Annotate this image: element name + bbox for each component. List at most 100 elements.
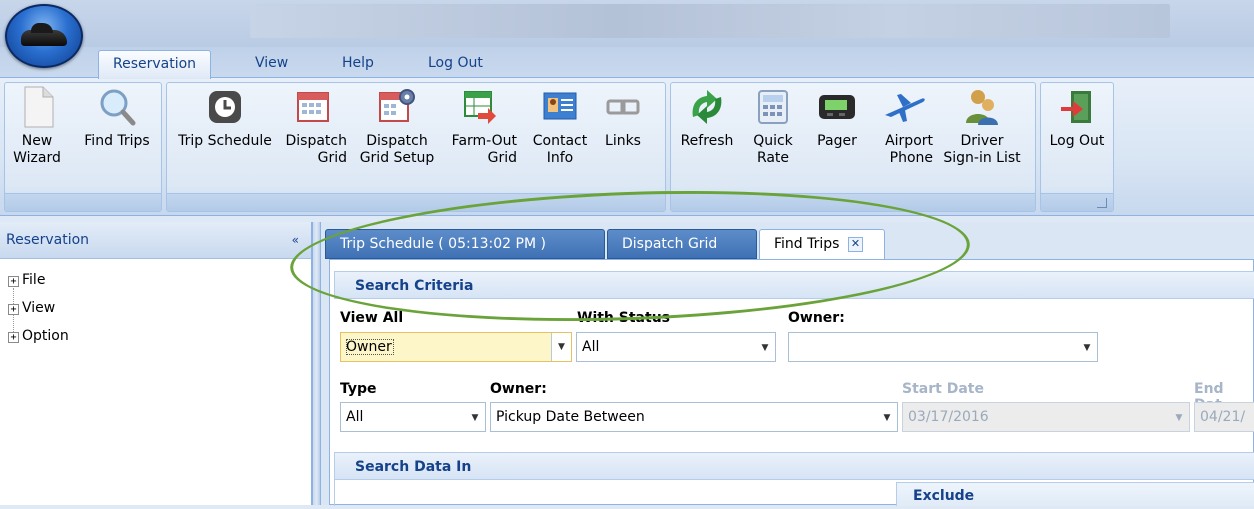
owner-date-label: Owner: [490, 381, 547, 397]
calendar-gear-icon [379, 89, 415, 127]
application-menu-button[interactable] [5, 4, 83, 68]
ribbon-tab-strip: Reservation View Help Log Out [0, 47, 1254, 79]
tab-reservation[interactable]: Reservation [98, 50, 212, 79]
farm-out-grid-button[interactable]: Farm-Out Grid [443, 91, 517, 167]
group-footer [671, 193, 1035, 211]
tree-item-label: File [22, 272, 46, 288]
collapse-icon[interactable]: « [292, 222, 299, 259]
date-range-select[interactable]: Pickup Date Between ▼ [490, 402, 898, 432]
tree-item-label: View [22, 300, 56, 316]
trip-schedule-label: Trip Schedule [178, 133, 272, 149]
quick-rate-label: Quick Rate [753, 133, 793, 166]
dialog-launcher-icon[interactable] [1097, 198, 1107, 208]
tab-trip-schedule[interactable]: Trip Schedule ( 05:13:02 PM ) [325, 229, 605, 259]
trip-schedule-button[interactable]: Trip Schedule [173, 91, 277, 150]
log-out-button[interactable]: Log Out [1045, 91, 1109, 150]
end-date-picker[interactable]: 04/21/ [1194, 402, 1254, 432]
exit-door-icon [1059, 91, 1095, 127]
tab-help[interactable]: Help [328, 50, 388, 78]
with-status-value: All [582, 339, 600, 355]
dispatch-grid-setup-label: Dispatch Grid Setup [359, 133, 435, 166]
tab-log-out[interactable]: Log Out [414, 50, 497, 78]
refresh-button[interactable]: Refresh [675, 90, 739, 150]
dispatch-grid-button[interactable]: Dispatch Grid [279, 91, 347, 167]
close-tab-icon[interactable]: ✕ [847, 237, 863, 252]
start-date-value: 03/17/2016 [908, 409, 989, 425]
owner-select[interactable]: ▼ [788, 332, 1098, 362]
dispatch-grid-setup-button[interactable]: Dispatch Grid Setup [357, 89, 437, 167]
tab-dispatch-grid[interactable]: Dispatch Grid [607, 229, 757, 259]
links-label: Links [605, 133, 641, 149]
people-icon [964, 90, 1000, 127]
magnifier-icon [99, 89, 136, 127]
airplane-icon [885, 91, 925, 127]
dropdown-arrow-icon[interactable]: ▼ [1077, 333, 1097, 361]
view-all-label: View All [340, 310, 404, 326]
tree-item-option[interactable]: + Option [8, 328, 69, 344]
title-bar [0, 0, 1254, 47]
driver-signin-list-label: Driver Sign-in List [943, 133, 1021, 166]
tab-find-trips-label: Find Trips [774, 236, 840, 252]
with-status-label: With Status [577, 310, 670, 326]
ribbon-group-session: Log Out [1040, 82, 1114, 212]
refresh-icon [689, 90, 725, 127]
exclude-column: Exclude [896, 482, 1254, 506]
dropdown-arrow-icon[interactable]: ▼ [755, 333, 775, 361]
group-footer [1041, 193, 1113, 211]
expand-icon[interactable]: + [8, 304, 19, 315]
airport-phone-button[interactable]: Airport Phone [877, 91, 933, 167]
panel-splitter[interactable] [312, 222, 321, 505]
tree-item-view[interactable]: + View [8, 300, 55, 316]
ribbon: New Wizard Find Trips Trip Schedule Disp… [0, 78, 1254, 216]
navigation-panel: Reservation « + File + View + Option [0, 222, 312, 505]
links-button[interactable]: Links [597, 91, 649, 150]
window-title-area [250, 4, 1170, 38]
new-wizard-label: New Wizard [13, 133, 61, 166]
navigation-panel-title: Reservation [6, 232, 90, 248]
calculator-icon [755, 90, 791, 127]
pager-button[interactable]: Pager [811, 91, 863, 150]
car-icon [21, 23, 67, 46]
group-footer [5, 193, 161, 211]
expand-icon[interactable]: + [8, 276, 19, 287]
expand-icon[interactable]: + [8, 332, 19, 343]
dropdown-arrow-icon[interactable]: ▼ [465, 403, 485, 431]
tree-item-label: Option [22, 328, 69, 344]
tab-find-trips[interactable]: Find Trips ✕ [759, 229, 885, 260]
type-select[interactable]: All ▼ [340, 402, 486, 432]
with-status-select[interactable]: All ▼ [576, 332, 776, 362]
tab-trip-schedule-label: Trip Schedule ( 05:13:02 PM ) [340, 236, 546, 252]
new-document-icon [19, 86, 55, 128]
driver-signin-list-button[interactable]: Driver Sign-in List [935, 90, 1029, 167]
airport-phone-label: Airport Phone [885, 133, 933, 166]
chain-link-icon [605, 91, 641, 127]
log-out-label: Log Out [1049, 133, 1105, 149]
owner-label: Owner: [788, 310, 845, 326]
find-trips-button[interactable]: Find Trips [79, 89, 155, 150]
ribbon-group-schedule: Trip Schedule Dispatch Grid Dispatch Gri… [166, 82, 666, 212]
tab-view[interactable]: View [241, 50, 302, 78]
dispatch-grid-label: Dispatch Grid [285, 133, 348, 166]
start-date-picker[interactable]: 03/17/2016 ▼ [902, 402, 1190, 432]
dropdown-arrow-icon[interactable]: ▼ [551, 333, 571, 361]
tree-item-file[interactable]: + File [8, 272, 45, 288]
exclude-label: Exclude [913, 488, 975, 504]
dropdown-arrow-icon[interactable]: ▼ [1169, 403, 1189, 431]
dropdown-arrow-icon[interactable]: ▼ [877, 403, 897, 431]
clock-icon [207, 91, 243, 127]
contact-info-button[interactable]: Contact Info [529, 91, 591, 167]
quick-rate-button[interactable]: Quick Rate [749, 90, 797, 167]
ribbon-group-tools: Refresh Quick Rate Pager Airport Phone D… [670, 82, 1036, 212]
group-footer [167, 193, 665, 211]
contact-card-icon [542, 91, 578, 127]
view-all-value: Owner [346, 339, 394, 355]
view-all-select[interactable]: Owner ▼ [340, 332, 572, 362]
find-trips-form: Search Criteria View All With Status Own… [329, 259, 1254, 506]
document-area: Trip Schedule ( 05:13:02 PM ) Dispatch G… [321, 222, 1254, 506]
type-label: Type [340, 381, 377, 397]
calendar-icon [295, 91, 331, 127]
pager-label: Pager [817, 133, 857, 149]
new-wizard-button[interactable]: New Wizard [13, 86, 61, 167]
grid-arrow-icon [462, 91, 498, 127]
farm-out-grid-label: Farm-Out Grid [451, 133, 517, 166]
